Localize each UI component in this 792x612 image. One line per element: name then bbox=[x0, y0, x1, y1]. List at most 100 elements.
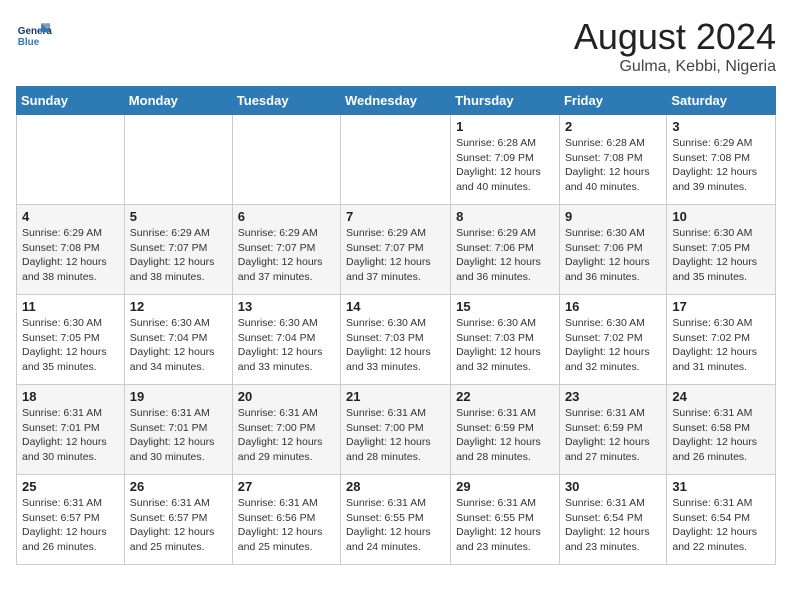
day-number: 8 bbox=[456, 209, 554, 224]
calendar-day-10: 10 Sunrise: 6:30 AM Sunset: 7:05 PM Dayli… bbox=[667, 205, 776, 295]
day-info: Sunrise: 6:30 AM Sunset: 7:03 PM Dayligh… bbox=[456, 316, 554, 375]
column-header-wednesday: Wednesday bbox=[341, 87, 451, 115]
calendar-day-8: 8 Sunrise: 6:29 AM Sunset: 7:06 PM Daylig… bbox=[451, 205, 560, 295]
calendar-day-15: 15 Sunrise: 6:30 AM Sunset: 7:03 PM Dayli… bbox=[451, 295, 560, 385]
calendar-day-16: 16 Sunrise: 6:30 AM Sunset: 7:02 PM Dayli… bbox=[559, 295, 666, 385]
calendar-week-2: 4Sunrise: 6:29 AM Sunset: 7:08 PM Daylig… bbox=[17, 205, 776, 295]
calendar-day-empty bbox=[17, 115, 125, 205]
day-info: Sunrise: 6:30 AM Sunset: 7:06 PM Dayligh… bbox=[565, 226, 661, 285]
day-info: Sunrise: 6:31 AM Sunset: 6:55 PM Dayligh… bbox=[456, 496, 554, 555]
calendar-header-row: SundayMondayTuesdayWednesdayThursdayFrid… bbox=[17, 87, 776, 115]
day-info: Sunrise: 6:30 AM Sunset: 7:03 PM Dayligh… bbox=[346, 316, 445, 375]
day-info: Sunrise: 6:29 AM Sunset: 7:06 PM Dayligh… bbox=[456, 226, 554, 285]
day-info: Sunrise: 6:30 AM Sunset: 7:04 PM Dayligh… bbox=[130, 316, 227, 375]
day-number: 21 bbox=[346, 389, 445, 404]
day-number: 23 bbox=[565, 389, 661, 404]
day-info: Sunrise: 6:31 AM Sunset: 6:59 PM Dayligh… bbox=[565, 406, 661, 465]
day-number: 6 bbox=[238, 209, 335, 224]
day-number: 5 bbox=[130, 209, 227, 224]
column-header-saturday: Saturday bbox=[667, 87, 776, 115]
calendar-day-31: 31 Sunrise: 6:31 AM Sunset: 6:54 PM Dayli… bbox=[667, 475, 776, 565]
day-number: 22 bbox=[456, 389, 554, 404]
calendar-day-18: 18 Sunrise: 6:31 AM Sunset: 7:01 PM Dayli… bbox=[17, 385, 125, 475]
calendar-day-11: 11 Sunrise: 6:30 AM Sunset: 7:05 PM Dayli… bbox=[17, 295, 125, 385]
svg-text:Blue: Blue bbox=[18, 37, 40, 48]
day-number: 13 bbox=[238, 299, 335, 314]
day-info: Sunrise: 6:31 AM Sunset: 6:56 PM Dayligh… bbox=[238, 496, 335, 555]
calendar-table: SundayMondayTuesdayWednesdayThursdayFrid… bbox=[16, 86, 776, 565]
day-number: 31 bbox=[672, 479, 770, 494]
day-number: 3 bbox=[672, 119, 770, 134]
column-header-monday: Monday bbox=[124, 87, 232, 115]
column-header-sunday: Sunday bbox=[17, 87, 125, 115]
title-block: August 2024 Gulma, Kebbi, Nigeria bbox=[574, 16, 776, 76]
day-info: Sunrise: 6:30 AM Sunset: 7:05 PM Dayligh… bbox=[22, 316, 119, 375]
calendar-day-14: 14 Sunrise: 6:30 AM Sunset: 7:03 PM Dayli… bbox=[341, 295, 451, 385]
day-number: 15 bbox=[456, 299, 554, 314]
day-info: Sunrise: 6:31 AM Sunset: 6:54 PM Dayligh… bbox=[565, 496, 661, 555]
day-info: Sunrise: 6:31 AM Sunset: 6:54 PM Dayligh… bbox=[672, 496, 770, 555]
day-number: 9 bbox=[565, 209, 661, 224]
calendar-day-5: 5 Sunrise: 6:29 AM Sunset: 7:07 PM Daylig… bbox=[124, 205, 232, 295]
day-info: Sunrise: 6:31 AM Sunset: 7:01 PM Dayligh… bbox=[22, 406, 119, 465]
calendar-day-empty bbox=[232, 115, 340, 205]
calendar-day-24: 24 Sunrise: 6:31 AM Sunset: 6:58 PM Dayli… bbox=[667, 385, 776, 475]
calendar-day-27: 27Sunrise: 6:31 AM Sunset: 6:56 PM Dayli… bbox=[232, 475, 340, 565]
day-number: 10 bbox=[672, 209, 770, 224]
day-number: 24 bbox=[672, 389, 770, 404]
column-header-thursday: Thursday bbox=[451, 87, 560, 115]
column-header-tuesday: Tuesday bbox=[232, 87, 340, 115]
day-number: 11 bbox=[22, 299, 119, 314]
calendar-day-19: 19 Sunrise: 6:31 AM Sunset: 7:01 PM Dayli… bbox=[124, 385, 232, 475]
day-info: Sunrise: 6:31 AM Sunset: 6:57 PM Dayligh… bbox=[22, 496, 119, 555]
calendar-day-20: 20Sunrise: 6:31 AM Sunset: 7:00 PM Dayli… bbox=[232, 385, 340, 475]
calendar-day-17: 17 Sunrise: 6:30 AM Sunset: 7:02 PM Dayli… bbox=[667, 295, 776, 385]
page-header: General Blue August 2024 Gulma, Kebbi, N… bbox=[16, 16, 776, 76]
calendar-day-empty bbox=[124, 115, 232, 205]
day-number: 25 bbox=[22, 479, 119, 494]
day-info: Sunrise: 6:31 AM Sunset: 7:01 PM Dayligh… bbox=[130, 406, 227, 465]
day-number: 14 bbox=[346, 299, 445, 314]
day-info: Sunrise: 6:30 AM Sunset: 7:05 PM Dayligh… bbox=[672, 226, 770, 285]
calendar-day-13: 13 Sunrise: 6:30 AM Sunset: 7:04 PM Dayli… bbox=[232, 295, 340, 385]
day-number: 28 bbox=[346, 479, 445, 494]
month-year: August 2024 bbox=[574, 16, 776, 58]
day-number: 2 bbox=[565, 119, 661, 134]
day-number: 12 bbox=[130, 299, 227, 314]
day-info: Sunrise: 6:29 AM Sunset: 7:07 PM Dayligh… bbox=[346, 226, 445, 285]
calendar-day-29: 29 Sunrise: 6:31 AM Sunset: 6:55 PM Dayli… bbox=[451, 475, 560, 565]
calendar-day-12: 12 Sunrise: 6:30 AM Sunset: 7:04 PM Dayli… bbox=[124, 295, 232, 385]
day-number: 29 bbox=[456, 479, 554, 494]
day-number: 19 bbox=[130, 389, 227, 404]
calendar-day-2: 2 Sunrise: 6:28 AM Sunset: 7:08 PM Daylig… bbox=[559, 115, 666, 205]
day-info: Sunrise: 6:29 AM Sunset: 7:07 PM Dayligh… bbox=[130, 226, 227, 285]
day-info: Sunrise: 6:31 AM Sunset: 6:59 PM Dayligh… bbox=[456, 406, 554, 465]
day-number: 17 bbox=[672, 299, 770, 314]
day-number: 18 bbox=[22, 389, 119, 404]
day-info: Sunrise: 6:29 AM Sunset: 7:08 PM Dayligh… bbox=[672, 136, 770, 195]
calendar-day-empty bbox=[341, 115, 451, 205]
day-info: Sunrise: 6:29 AM Sunset: 7:07 PM Dayligh… bbox=[238, 226, 335, 285]
day-info: Sunrise: 6:29 AM Sunset: 7:08 PM Dayligh… bbox=[22, 226, 119, 285]
day-info: Sunrise: 6:28 AM Sunset: 7:09 PM Dayligh… bbox=[456, 136, 554, 195]
day-info: Sunrise: 6:30 AM Sunset: 7:04 PM Dayligh… bbox=[238, 316, 335, 375]
day-info: Sunrise: 6:30 AM Sunset: 7:02 PM Dayligh… bbox=[672, 316, 770, 375]
calendar-day-23: 23 Sunrise: 6:31 AM Sunset: 6:59 PM Dayli… bbox=[559, 385, 666, 475]
location: Gulma, Kebbi, Nigeria bbox=[574, 58, 776, 76]
day-number: 26 bbox=[130, 479, 227, 494]
calendar-day-21: 21Sunrise: 6:31 AM Sunset: 7:00 PM Dayli… bbox=[341, 385, 451, 475]
calendar-day-1: 1Sunrise: 6:28 AM Sunset: 7:09 PM Daylig… bbox=[451, 115, 560, 205]
calendar-day-28: 28Sunrise: 6:31 AM Sunset: 6:55 PM Dayli… bbox=[341, 475, 451, 565]
calendar-day-6: 6 Sunrise: 6:29 AM Sunset: 7:07 PM Daylig… bbox=[232, 205, 340, 295]
logo-icon: General Blue bbox=[16, 16, 52, 52]
day-number: 30 bbox=[565, 479, 661, 494]
calendar-day-25: 25 Sunrise: 6:31 AM Sunset: 6:57 PM Dayli… bbox=[17, 475, 125, 565]
calendar-day-22: 22 Sunrise: 6:31 AM Sunset: 6:59 PM Dayli… bbox=[451, 385, 560, 475]
day-info: Sunrise: 6:31 AM Sunset: 6:58 PM Dayligh… bbox=[672, 406, 770, 465]
day-info: Sunrise: 6:30 AM Sunset: 7:02 PM Dayligh… bbox=[565, 316, 661, 375]
day-number: 16 bbox=[565, 299, 661, 314]
calendar-day-7: 7 Sunrise: 6:29 AM Sunset: 7:07 PM Daylig… bbox=[341, 205, 451, 295]
calendar-week-5: 25 Sunrise: 6:31 AM Sunset: 6:57 PM Dayli… bbox=[17, 475, 776, 565]
day-number: 7 bbox=[346, 209, 445, 224]
day-info: Sunrise: 6:28 AM Sunset: 7:08 PM Dayligh… bbox=[565, 136, 661, 195]
